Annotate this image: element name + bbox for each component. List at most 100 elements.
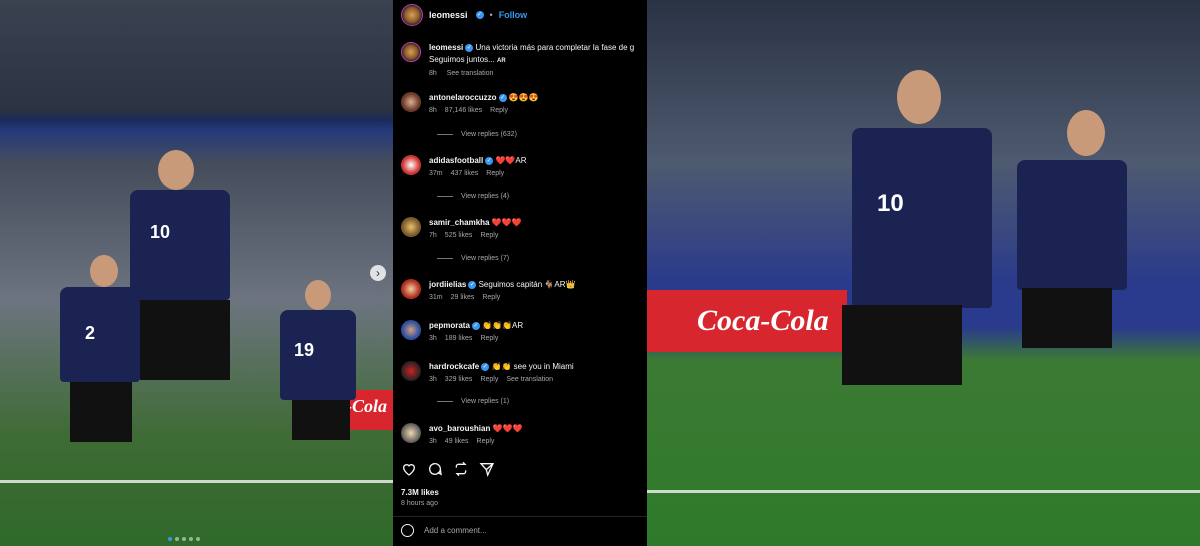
comment-text: Seguimos capitán 🐐AR👑	[478, 280, 576, 289]
comment-likes[interactable]: 29 likes	[451, 294, 475, 301]
shirt-number: 10	[150, 222, 171, 242]
comment-item: jordiielias ✓ Seguimos capitán 🐐AR👑 31m 29…	[401, 279, 647, 304]
caption-time: 8h	[429, 70, 437, 77]
carousel-dot[interactable]	[175, 537, 179, 541]
left-photo: Coca-Cola 10 2 19 ›	[0, 0, 393, 546]
reply-button[interactable]: Reply	[480, 232, 498, 239]
player-teammate-right	[997, 110, 1147, 480]
verified-icon: ✓	[481, 362, 490, 371]
see-translation-link[interactable]: See translation	[447, 70, 494, 77]
repost-icon[interactable]	[453, 461, 469, 477]
comment-item: adidasfootball ✓ ❤️❤️AR 37m 437 likes Reply	[401, 155, 647, 180]
carousel-next-arrow[interactable]: ›	[370, 265, 386, 281]
caption-suffix: AR	[497, 58, 506, 64]
shirt-number: 10	[877, 190, 904, 217]
reply-button[interactable]: Reply	[490, 107, 508, 114]
view-replies-label[interactable]: View replies (7)	[461, 255, 509, 262]
carousel-dot[interactable]	[189, 537, 193, 541]
verified-icon: ✓	[471, 321, 480, 330]
verified-icon: ✓	[465, 43, 474, 52]
post-header: leomessi ✓ • Follow	[401, 3, 527, 27]
comment-username[interactable]: avo_baroushian	[429, 424, 490, 433]
view-replies-label[interactable]: View replies (4)	[461, 193, 509, 200]
avatar[interactable]	[401, 4, 423, 26]
view-replies-label[interactable]: View replies (1)	[461, 398, 509, 405]
caption-text-2: Seguimos juntos...	[429, 55, 495, 64]
post-username[interactable]: leomessi	[429, 10, 468, 20]
comment-text: 😍😍😍	[508, 93, 539, 102]
player-teammate-2: 19	[272, 280, 362, 500]
comment-time: 3h	[429, 376, 437, 383]
carousel-dot[interactable]	[182, 537, 186, 541]
see-translation-link[interactable]: See translation	[506, 376, 553, 383]
comment-username[interactable]: jordiielias	[429, 280, 466, 289]
comment-time: 3h	[429, 438, 437, 445]
player-messi-right: 10	[797, 70, 1027, 530]
comment-text: ❤️❤️AR	[495, 156, 527, 165]
comment-time: 7h	[429, 232, 437, 239]
comment-username[interactable]: adidasfootball	[429, 156, 483, 165]
carousel-dot[interactable]	[168, 537, 172, 541]
post-panel: leomessi ✓ • Follow leomessi ✓ Una victor…	[393, 0, 647, 546]
verified-icon: ✓	[468, 280, 477, 289]
likes-count[interactable]: 7.3M likes	[401, 488, 439, 497]
emoji-icon[interactable]	[401, 524, 414, 537]
comment-likes[interactable]: 329 likes	[445, 376, 473, 383]
reply-button[interactable]: Reply	[486, 170, 504, 177]
comment-text: 👏👏👏AR	[482, 321, 524, 330]
comment-likes[interactable]: 189 likes	[445, 335, 473, 342]
verified-icon: ✓	[498, 93, 507, 102]
comment-item: hardrockcafe ✓ 👏👏 see you in Miami 3h 329 …	[401, 361, 647, 386]
reply-button[interactable]: Reply	[480, 335, 498, 342]
shirt-number: 2	[85, 323, 96, 343]
add-comment-bar: Add a comment...	[401, 524, 487, 537]
comment-item: pepmorata ✓ 👏👏👏AR 3h 189 likes Reply	[401, 320, 647, 345]
avatar[interactable]	[401, 361, 421, 381]
comment-likes[interactable]: 437 likes	[451, 170, 479, 177]
caption-username[interactable]: leomessi	[429, 43, 463, 52]
shirt-number: 19	[294, 340, 315, 360]
comment-icon[interactable]	[427, 461, 443, 477]
comment-username[interactable]: pepmorata	[429, 321, 470, 330]
caption-text: Una victoria más para completar la fase …	[475, 43, 635, 52]
view-replies-label[interactable]: View replies (632)	[461, 131, 517, 138]
avatar[interactable]	[401, 279, 421, 299]
reply-button[interactable]: Reply	[477, 438, 495, 445]
share-icon[interactable]	[479, 461, 495, 477]
avatar[interactable]	[401, 423, 421, 443]
comment-likes[interactable]: 525 likes	[445, 232, 473, 239]
avatar[interactable]	[401, 42, 421, 62]
post-actions	[401, 461, 495, 477]
view-replies[interactable]: View replies (1)	[437, 398, 509, 405]
comment-time: 31m	[429, 294, 443, 301]
view-replies[interactable]: View replies (632)	[437, 131, 517, 138]
comment-text: 👏👏 see you in Miami	[491, 362, 574, 371]
comment-text: ❤️❤️❤️	[492, 424, 523, 433]
right-photo: Coca-Cola 10	[647, 0, 1200, 546]
verified-icon: ✓	[475, 11, 484, 19]
comment-time: 37m	[429, 170, 443, 177]
comment-likes[interactable]: 49 likes	[445, 438, 469, 445]
comment-time: 8h	[429, 107, 437, 114]
carousel-dot[interactable]	[196, 537, 200, 541]
caption: leomessi ✓ Una victoria más para completa…	[401, 42, 647, 80]
reply-button[interactable]: Reply	[482, 294, 500, 301]
view-replies[interactable]: View replies (7)	[437, 255, 509, 262]
player-teammate-1: 2	[55, 255, 145, 495]
avatar[interactable]	[401, 92, 421, 112]
avatar[interactable]	[401, 217, 421, 237]
reply-button[interactable]: Reply	[480, 376, 498, 383]
comment-username[interactable]: hardrockcafe	[429, 362, 479, 371]
avatar[interactable]	[401, 320, 421, 340]
comment-username[interactable]: antonelaroccuzzo	[429, 93, 497, 102]
follow-button[interactable]: Follow	[499, 10, 528, 20]
comment-item: antonelaroccuzzo ✓ 😍😍😍 8h 87,146 likes Repl…	[401, 92, 647, 117]
comment-time: 3h	[429, 335, 437, 342]
separator-dot: •	[489, 10, 493, 20]
view-replies[interactable]: View replies (4)	[437, 193, 509, 200]
comment-username[interactable]: samir_chamkha	[429, 218, 489, 227]
comment-likes[interactable]: 87,146 likes	[445, 107, 482, 114]
heart-icon[interactable]	[401, 461, 417, 477]
avatar[interactable]	[401, 155, 421, 175]
add-comment-input[interactable]: Add a comment...	[424, 526, 487, 535]
